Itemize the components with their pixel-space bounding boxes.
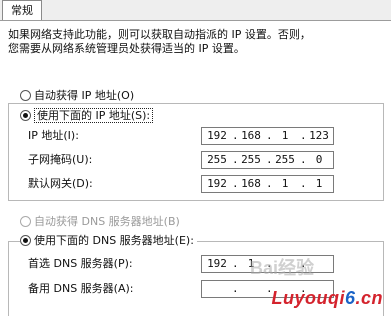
auto-dns-label: 自动获得 DNS 服务器地址(B) [34,215,180,228]
manual-dns-radio[interactable]: 使用下面的 DNS 服务器地址(E): [20,233,197,249]
radio-checked-icon [20,109,31,121]
tab-general[interactable]: 常规 [2,0,42,20]
baidu-watermark: Bai经验 [250,258,315,278]
watermark-num: 6 [344,288,356,308]
watermark-main: Luyouqi [271,288,345,308]
site-watermark-logo: Luyouqi6.cn [271,288,383,309]
ip-octet-1: 192 [207,129,227,142]
manual-ip-radio[interactable]: 使用下面的 IP 地址(S): [20,108,154,124]
manual-ip-label: 使用下面的 IP 地址(S): [34,108,154,123]
preferred-dns-label: 首选 DNS 服务器(P): [28,257,133,270]
subnet-octet-2: 255 [241,153,261,166]
ip-address-input[interactable]: 192 . 168 . 1 . 123 [201,127,334,145]
subnet-octet-1: 255 [207,153,227,166]
gateway-octet-3: 1 [281,177,289,190]
auto-dns-radio[interactable]: 自动获得 DNS 服务器地址(B) [20,214,180,230]
subnet-mask-label: 子网掩码(U): [28,153,93,166]
manual-dns-label: 使用下面的 DNS 服务器地址(E): [34,234,194,247]
gateway-octet-1: 192 [207,177,227,190]
auto-ip-label: 自动获得 IP 地址(O) [34,89,135,102]
ip-octet-4: 123 [309,129,329,142]
gateway-octet-2: 168 [241,177,261,190]
default-gateway-input[interactable]: 192 . 168 . 1 . 1 [201,175,334,193]
subnet-mask-input[interactable]: 255 . 255 . 255 . 0 [201,151,334,169]
ip-octet-2: 168 [241,129,261,142]
subnet-octet-4: 0 [315,153,323,166]
radio-circle-icon [20,89,31,101]
subnet-octet-3: 255 [275,153,295,166]
radio-circle-icon [20,215,31,227]
ip-octet-3: 1 [281,129,289,142]
gateway-octet-4: 1 [315,177,323,190]
pdns-octet-1: 192 [207,257,227,270]
watermark-domain: .cn [355,288,383,308]
alternate-dns-label: 备用 DNS 服务器(A): [28,282,134,295]
tab-strip: 常规 [0,0,391,21]
default-gateway-label: 默认网关(D): [28,177,93,190]
description-text: 如果网络支持此功能，则可以获取自动指派的 IP 设置。否则， 您需要从网络系统管… [8,28,311,55]
radio-checked-icon [20,234,31,246]
ip-address-label: IP 地址(I): [28,129,79,142]
auto-ip-radio[interactable]: 自动获得 IP 地址(O) [20,88,134,104]
